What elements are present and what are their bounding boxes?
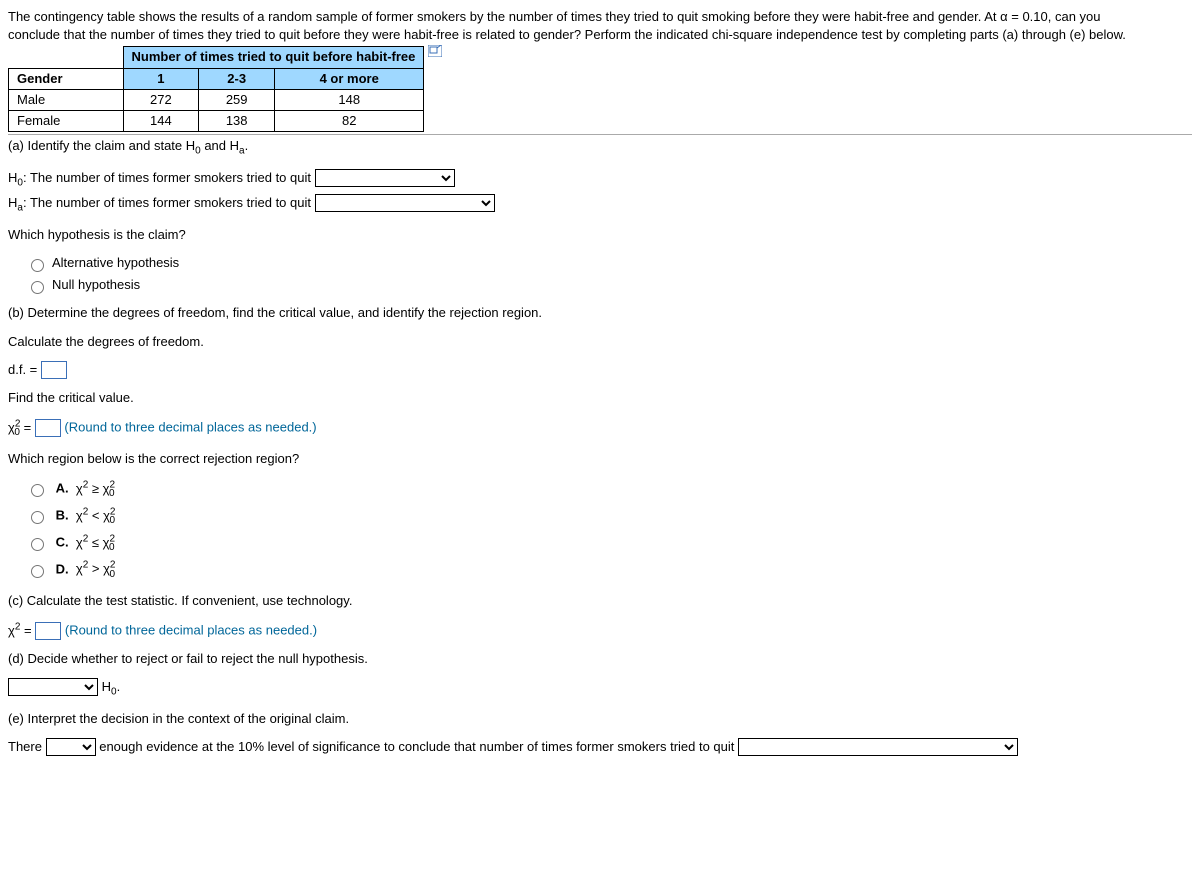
part-b-prompt: (b) Determine the degrees of freedom, fi… xyxy=(8,304,1192,322)
round-hint-2: (Round to three decimal places as needed… xyxy=(65,623,317,638)
cell-male-1: 272 xyxy=(123,89,199,110)
ha-dropdown[interactable] xyxy=(315,194,495,212)
table-title: Number of times tried to quit before hab… xyxy=(123,47,424,68)
opt-c-label: C. xyxy=(56,535,69,550)
df-input[interactable] xyxy=(41,361,67,379)
find-critical: Find the critical value. xyxy=(8,389,1192,407)
chi0-label: 20 = xyxy=(8,420,31,435)
radio-option-c[interactable] xyxy=(31,538,44,551)
gender-header: Gender xyxy=(9,68,124,89)
radio-option-b[interactable] xyxy=(31,511,44,524)
there-label: There xyxy=(8,739,42,754)
radio-null-hyp[interactable] xyxy=(31,281,44,294)
ha-label: Ha: The number of times former smokers t… xyxy=(8,195,311,210)
cell-male-2: 259 xyxy=(199,89,275,110)
region-prompt: Which region below is the correct reject… xyxy=(8,450,1192,468)
h0-decision: H0. xyxy=(102,679,121,694)
evidence-dropdown-2[interactable] xyxy=(738,738,1018,756)
df-label: d.f. = xyxy=(8,362,37,377)
col-2: 2-3 xyxy=(199,68,275,89)
cell-female-2: 138 xyxy=(199,110,275,131)
radio-option-d[interactable] xyxy=(31,565,44,578)
intro-line-2: conclude that the number of times they t… xyxy=(8,26,1192,44)
radio-option-a[interactable] xyxy=(31,484,44,497)
h0-label: H0: The number of times former smokers t… xyxy=(8,170,311,185)
cell-female-3: 82 xyxy=(275,110,424,131)
evidence-dropdown-1[interactable] xyxy=(46,738,96,756)
radio-alt-hyp[interactable] xyxy=(31,259,44,272)
col-3: 4 or more xyxy=(275,68,424,89)
null-hyp-label: Null hypothesis xyxy=(52,277,140,292)
opt-c-expr: 2 20 xyxy=(76,535,115,550)
part-e-prompt: (e) Interpret the decision in the contex… xyxy=(8,710,1192,728)
part-d-prompt: (d) Decide whether to reject or fail to … xyxy=(8,650,1192,668)
chi0-input[interactable] xyxy=(35,419,61,437)
contingency-table: Number of times tried to quit before hab… xyxy=(8,46,424,132)
col-1: 1 xyxy=(123,68,199,89)
decision-dropdown[interactable] xyxy=(8,678,98,696)
opt-a-expr: 2 20 xyxy=(76,481,115,496)
part-a-prompt: (a) Identify the claim and state H0 and … xyxy=(8,137,1192,159)
cell-female-1: 144 xyxy=(123,110,199,131)
opt-a-label: A. xyxy=(56,481,69,496)
which-claim: Which hypothesis is the claim? xyxy=(8,226,1192,244)
popup-icon[interactable] xyxy=(428,44,442,62)
cell-male-3: 148 xyxy=(275,89,424,110)
chi2-input[interactable] xyxy=(35,622,61,640)
evidence-text: enough evidence at the 10% level of sign… xyxy=(99,739,734,754)
h0-dropdown[interactable] xyxy=(315,169,455,187)
opt-d-label: D. xyxy=(56,561,69,576)
opt-b-label: B. xyxy=(56,508,69,523)
intro-line-1: The contingency table shows the results … xyxy=(8,8,1192,26)
opt-d-expr: 2 > 20 xyxy=(76,561,115,576)
row-male-label: Male xyxy=(9,89,124,110)
alt-hyp-label: Alternative hypothesis xyxy=(52,255,179,270)
opt-b-expr: 2 < 20 xyxy=(76,508,115,523)
row-female-label: Female xyxy=(9,110,124,131)
calc-df: Calculate the degrees of freedom. xyxy=(8,333,1192,351)
chi2-label: 2 = xyxy=(8,623,32,638)
part-c-prompt: (c) Calculate the test statistic. If con… xyxy=(8,592,1192,610)
round-hint-1: (Round to three decimal places as needed… xyxy=(64,420,316,435)
